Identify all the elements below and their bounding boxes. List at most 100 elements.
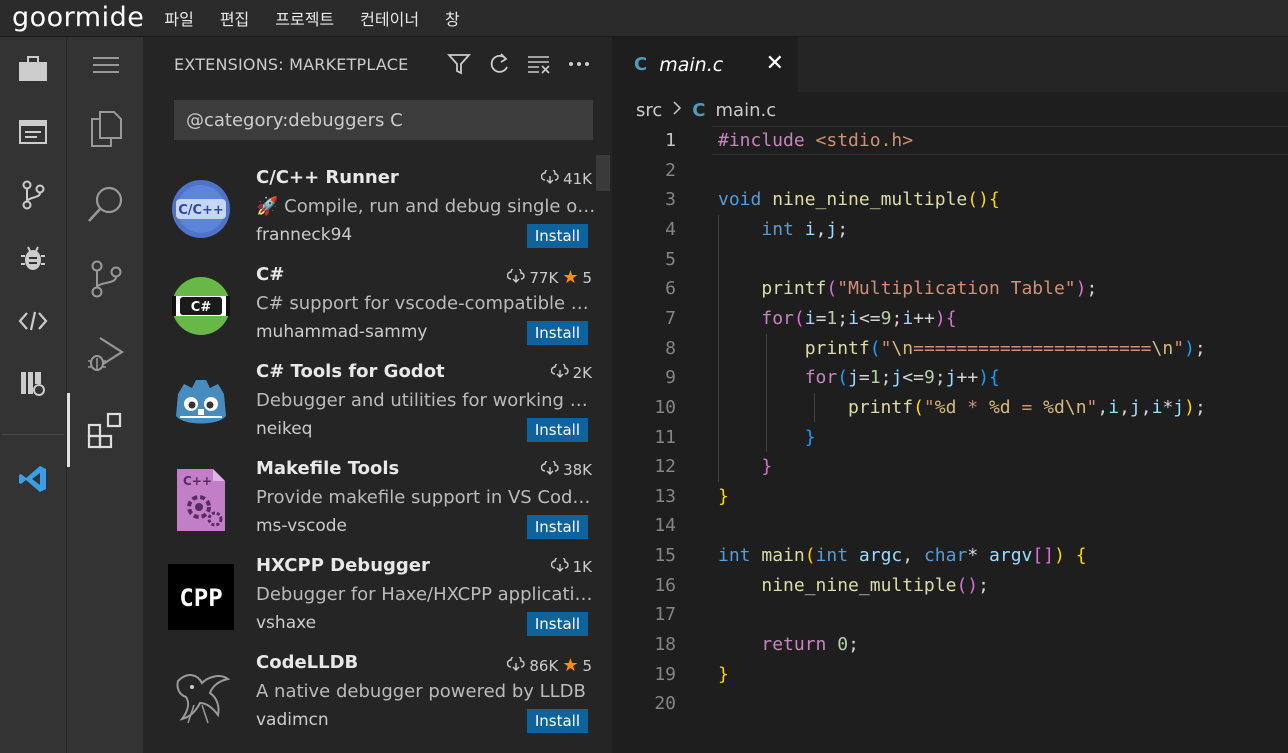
install-button[interactable]: Install bbox=[526, 321, 588, 345]
filter-icon[interactable] bbox=[446, 51, 472, 77]
tab-main-c[interactable]: C main.c ✕ bbox=[612, 37, 798, 92]
window-icon[interactable] bbox=[0, 112, 66, 152]
code-line[interactable]: 14 bbox=[612, 511, 1288, 540]
files-icon[interactable] bbox=[67, 101, 144, 157]
code-line[interactable]: 8 printf("\n======================\n"); bbox=[612, 334, 1288, 363]
menu-file[interactable]: 파일 bbox=[164, 6, 193, 30]
clear-icon[interactable] bbox=[526, 51, 552, 77]
code-token: } bbox=[718, 663, 729, 685]
menu-container[interactable]: 컨테이너 bbox=[360, 6, 419, 30]
extension-item[interactable]: C++ Makefile Tools 38K Provide makefile … bbox=[143, 446, 612, 543]
code-line[interactable]: 6 printf("Multiplication Table"); bbox=[612, 274, 1288, 303]
extension-publisher[interactable]: vshaxe bbox=[256, 613, 316, 633]
bug-icon[interactable] bbox=[0, 238, 66, 278]
code-line[interactable]: 7 for(i=1;i<=9;i++){ bbox=[612, 304, 1288, 333]
extension-name: CodeLLDB bbox=[256, 652, 359, 673]
code-token: for bbox=[761, 307, 794, 329]
code-token: %d bbox=[1043, 396, 1065, 418]
code-line[interactable]: 5 bbox=[612, 245, 1288, 274]
code-line[interactable]: 10 printf("%d * %d = %d\n",i,j,i*j); bbox=[612, 393, 1288, 422]
code-token: ; bbox=[978, 574, 989, 596]
code-token: \n bbox=[891, 337, 914, 359]
code-line[interactable]: 15 int main(int argc, char* argv[]) { bbox=[612, 541, 1288, 570]
extension-publisher[interactable]: vadimcn bbox=[256, 710, 329, 730]
extension-item[interactable]: CPP HXCPP Debugger 1K Debugger for Haxe/… bbox=[143, 543, 612, 640]
line-number: 2 bbox=[665, 159, 676, 181]
code-line[interactable]: 12 } bbox=[612, 452, 1288, 481]
menu-edit[interactable]: 편집 bbox=[220, 6, 249, 30]
code-line[interactable]: 9 for(j=1;j<=9;j++){ bbox=[612, 363, 1288, 392]
run-debug-icon[interactable] bbox=[67, 326, 144, 382]
install-button[interactable]: Install bbox=[526, 224, 588, 248]
svg-text:C++: C++ bbox=[183, 474, 212, 488]
tab-bar: C main.c ✕ bbox=[612, 37, 1288, 92]
code-token: ) bbox=[978, 367, 990, 389]
line-number: 10 bbox=[654, 396, 676, 418]
breadcrumb-folder[interactable]: src bbox=[636, 100, 662, 121]
code-token: j bbox=[848, 367, 859, 389]
menu-window[interactable]: 창 bbox=[445, 6, 460, 30]
refresh-icon[interactable] bbox=[486, 51, 512, 77]
briefcase-icon[interactable] bbox=[0, 49, 66, 89]
extension-item[interactable]: C# C# 77K ★ 5 C# support for vscode-comp… bbox=[143, 252, 612, 349]
code-line[interactable]: 17 bbox=[612, 600, 1288, 629]
line-number: 13 bbox=[654, 485, 676, 507]
code-line[interactable]: 3 void nine_nine_multiple(){ bbox=[612, 185, 1288, 214]
search-icon[interactable] bbox=[67, 176, 144, 232]
git-branch-icon[interactable] bbox=[0, 175, 66, 215]
code-line[interactable]: 16 nine_nine_multiple(); bbox=[612, 571, 1288, 600]
extension-publisher[interactable]: ms-vscode bbox=[256, 516, 347, 536]
install-button[interactable]: Install bbox=[526, 709, 588, 733]
line-content: for(i=1;i<=9;i++){ bbox=[718, 304, 956, 333]
rating: 5 bbox=[582, 268, 592, 287]
code-token: } bbox=[761, 456, 773, 478]
code-line[interactable]: 13} bbox=[612, 482, 1288, 511]
install-button[interactable]: Install bbox=[526, 515, 588, 539]
code-line[interactable]: 4 int i,j; bbox=[612, 215, 1288, 244]
extension-publisher[interactable]: muhammad-sammy bbox=[256, 322, 427, 342]
install-button[interactable]: Install bbox=[526, 612, 588, 636]
code-line[interactable]: 1 #include <stdio.h> bbox=[612, 126, 1288, 155]
extensions-search-input[interactable]: @category:debuggers C bbox=[174, 100, 593, 140]
code-token: i bbox=[1151, 396, 1163, 418]
book-link-icon[interactable] bbox=[0, 364, 66, 404]
line-content: } bbox=[718, 482, 729, 511]
code-token: void bbox=[718, 189, 762, 211]
menu-project[interactable]: 프로젝트 bbox=[275, 6, 334, 30]
extension-item[interactable]: CodeLLDB 86K ★ 5 A native debugger power… bbox=[143, 640, 612, 737]
menu-icon[interactable] bbox=[67, 37, 144, 93]
cloud-download-icon bbox=[550, 555, 569, 576]
rating: 5 bbox=[582, 656, 592, 675]
extensions-icon[interactable] bbox=[67, 402, 144, 458]
code-token: printf bbox=[848, 396, 914, 418]
code-line[interactable]: 19} bbox=[612, 660, 1288, 689]
breadcrumb: src C main.c bbox=[636, 100, 776, 121]
line-number: 18 bbox=[654, 634, 676, 656]
line-number: 1 bbox=[665, 130, 676, 151]
extension-publisher[interactable]: neikeq bbox=[256, 419, 312, 439]
code-token: ( bbox=[869, 337, 881, 359]
breadcrumb-file[interactable]: main.c bbox=[716, 100, 777, 121]
code-token: argv bbox=[989, 545, 1033, 567]
extension-publisher[interactable]: franneck94 bbox=[256, 225, 352, 245]
vscode-logo-icon[interactable] bbox=[0, 459, 66, 499]
code-line[interactable]: 20 bbox=[612, 689, 1288, 718]
download-count: 2K bbox=[572, 364, 592, 382]
code-icon[interactable] bbox=[0, 301, 66, 341]
line-content: nine_nine_multiple(); bbox=[718, 571, 989, 600]
code-line[interactable]: 11 } bbox=[612, 423, 1288, 452]
extension-item[interactable]: C/C++ C/C++ Runner 41K 🚀 Compile, run an… bbox=[143, 155, 612, 252]
code-line[interactable]: 18 return 0; bbox=[612, 630, 1288, 659]
more-icon[interactable] bbox=[566, 51, 592, 77]
extension-stats: 1K bbox=[550, 555, 592, 576]
extension-stats: 2K bbox=[550, 361, 592, 382]
code-token: i bbox=[902, 307, 914, 329]
install-button[interactable]: Install bbox=[526, 418, 588, 442]
svg-text:C#: C# bbox=[191, 300, 212, 315]
close-icon[interactable]: ✕ bbox=[766, 51, 784, 76]
code-line[interactable]: 2 bbox=[612, 156, 1288, 185]
source-control-icon[interactable] bbox=[67, 251, 144, 307]
extension-item[interactable]: C# Tools for Godot 2K Debugger and utili… bbox=[143, 349, 612, 446]
